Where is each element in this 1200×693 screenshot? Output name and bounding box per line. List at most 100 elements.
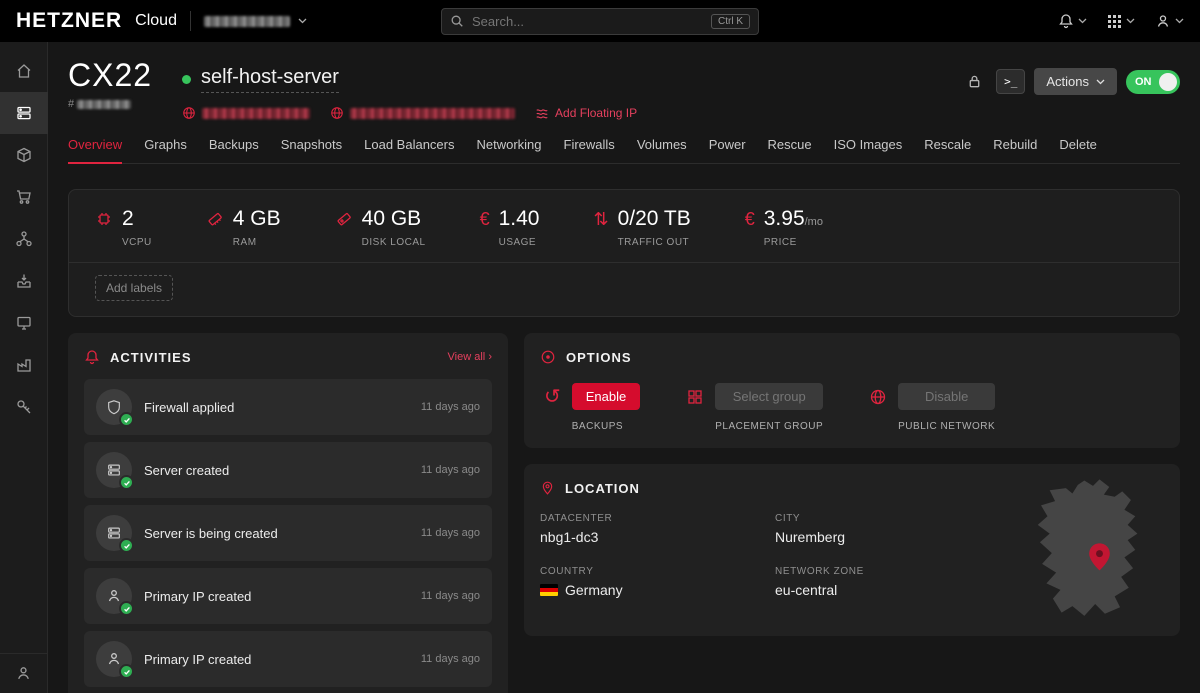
- location-title: LOCATION: [565, 481, 640, 496]
- redacted-project-name: [204, 16, 290, 27]
- disable-public-network-button[interactable]: Disable: [898, 383, 995, 410]
- bell-icon: [1058, 13, 1074, 29]
- disk-icon: [335, 210, 353, 228]
- activity-row[interactable]: Server created 11 days ago: [84, 442, 492, 498]
- tab-load-balancers[interactable]: Load Balancers: [364, 137, 454, 163]
- tab-rescue[interactable]: Rescue: [768, 137, 812, 163]
- view-all-link[interactable]: View all ›: [448, 351, 492, 363]
- success-check-icon: [119, 664, 134, 679]
- key-icon: [15, 398, 33, 416]
- tab-firewalls[interactable]: Firewalls: [564, 137, 615, 163]
- server-id: #: [68, 98, 152, 110]
- tab-overview[interactable]: Overview: [68, 137, 122, 164]
- add-labels-button[interactable]: Add labels: [95, 275, 173, 301]
- globe-icon: [869, 388, 887, 406]
- search-input[interactable]: [472, 14, 703, 29]
- search-bar[interactable]: Ctrl K: [441, 8, 759, 35]
- germany-map: [1028, 476, 1158, 628]
- activities-title: ACTIVITIES: [110, 350, 192, 365]
- topbar-left: HETZNER Cloud: [16, 9, 425, 33]
- view-all-arrow: ›: [488, 351, 492, 363]
- sidebar-item-datacenters[interactable]: [0, 344, 48, 386]
- success-check-icon: [119, 538, 134, 553]
- server-name-block: self-host-server: [182, 58, 637, 120]
- euro-icon: €: [480, 210, 490, 228]
- redacted-ipv4: [202, 108, 310, 119]
- right-column: OPTIONS ↺ Enable BACKUPS Select grou: [524, 333, 1180, 636]
- power-toggle-label: ON: [1135, 76, 1152, 88]
- success-check-icon: [119, 475, 134, 490]
- topbar-right: [775, 13, 1184, 29]
- tab-snapshots[interactable]: Snapshots: [281, 137, 342, 163]
- globe-icon: [182, 106, 196, 120]
- stat-vcpu: 2 VCPU: [95, 207, 152, 248]
- sidebar-item-support[interactable]: [0, 653, 48, 693]
- lock-button[interactable]: [961, 69, 987, 95]
- select-group-button[interactable]: Select group: [715, 383, 823, 410]
- stat-value: 2: [122, 207, 134, 230]
- tab-rebuild[interactable]: Rebuild: [993, 137, 1037, 163]
- cube-icon: [15, 146, 33, 164]
- console-button[interactable]: >_: [996, 69, 1025, 94]
- floating-ip-icon: [535, 106, 549, 120]
- sidebar-item-marketplace[interactable]: [0, 176, 48, 218]
- server-icon: [106, 525, 122, 541]
- sidebar-item-security[interactable]: [0, 386, 48, 428]
- sidebar-item-images[interactable]: [0, 134, 48, 176]
- tab-volumes[interactable]: Volumes: [637, 137, 687, 163]
- project-selector[interactable]: [204, 16, 307, 27]
- activity-avatar: [96, 578, 132, 614]
- tab-rescale[interactable]: Rescale: [924, 137, 971, 163]
- sidebar-item-servers[interactable]: [0, 92, 48, 134]
- hetzner-logo: HETZNER: [16, 9, 122, 33]
- add-floating-ip[interactable]: Add Floating IP: [535, 106, 637, 120]
- monitor-icon: [15, 314, 33, 332]
- sidebar-item-load-balancers[interactable]: [0, 260, 48, 302]
- ipv4-address[interactable]: [182, 106, 310, 120]
- field-country: COUNTRY Germany: [540, 566, 775, 598]
- chevron-down-icon: [1175, 18, 1184, 24]
- divider: [190, 11, 191, 31]
- activity-row[interactable]: Firewall applied 11 days ago: [84, 379, 492, 435]
- support-person-icon: [15, 665, 32, 682]
- shield-icon: [106, 399, 122, 415]
- person-icon: [106, 651, 122, 667]
- server-name[interactable]: self-host-server: [201, 66, 339, 93]
- server-actions: >_ Actions ON: [961, 58, 1180, 95]
- tab-networking[interactable]: Networking: [476, 137, 541, 163]
- power-toggle[interactable]: ON: [1126, 70, 1180, 94]
- activity-row[interactable]: Primary IP created 11 days ago: [84, 568, 492, 624]
- success-check-icon: [119, 601, 134, 616]
- tab-delete[interactable]: Delete: [1059, 137, 1097, 163]
- notifications-menu[interactable]: [1058, 13, 1087, 29]
- sidebar-item-firewalls[interactable]: [0, 302, 48, 344]
- stat-traffic-out: ⇅ 0/20 TB TRAFFIC OUT: [593, 207, 690, 248]
- server-header: CX22 # self-host-server: [68, 58, 1180, 120]
- sidebar-item-networks[interactable]: [0, 218, 48, 260]
- stat-label: VCPU: [122, 237, 152, 248]
- labels-row: Add labels: [69, 263, 1179, 316]
- ipv6-address[interactable]: [330, 106, 515, 120]
- apps-grid-icon: [1107, 14, 1122, 29]
- stat-ram: 4 GB RAM: [206, 207, 281, 248]
- tab-iso-images[interactable]: ISO Images: [834, 137, 903, 163]
- bell-icon: [84, 349, 100, 365]
- activity-row[interactable]: Server is being created 11 days ago: [84, 505, 492, 561]
- field-network-zone: NETWORK ZONE eu-central: [775, 566, 1010, 598]
- activity-row[interactable]: Primary IP created 11 days ago: [84, 631, 492, 687]
- actions-button[interactable]: Actions: [1034, 68, 1117, 95]
- tab-graphs[interactable]: Graphs: [144, 137, 187, 163]
- product-label: Cloud: [135, 12, 177, 30]
- tab-backups[interactable]: Backups: [209, 137, 259, 163]
- euro-icon: €: [745, 210, 755, 228]
- lock-icon: [967, 74, 982, 89]
- tray-arrow-icon: [15, 272, 33, 290]
- options-title: OPTIONS: [566, 350, 632, 365]
- user-menu[interactable]: [1155, 13, 1184, 29]
- stats-row: 2 VCPU 4 GB RAM 40 GB DISK LOCAL: [69, 190, 1179, 262]
- tab-power[interactable]: Power: [709, 137, 746, 163]
- sidebar-item-home[interactable]: [0, 50, 48, 92]
- apps-menu[interactable]: [1107, 14, 1135, 29]
- toggle-knob: [1159, 73, 1177, 91]
- enable-backups-button[interactable]: Enable: [572, 383, 640, 410]
